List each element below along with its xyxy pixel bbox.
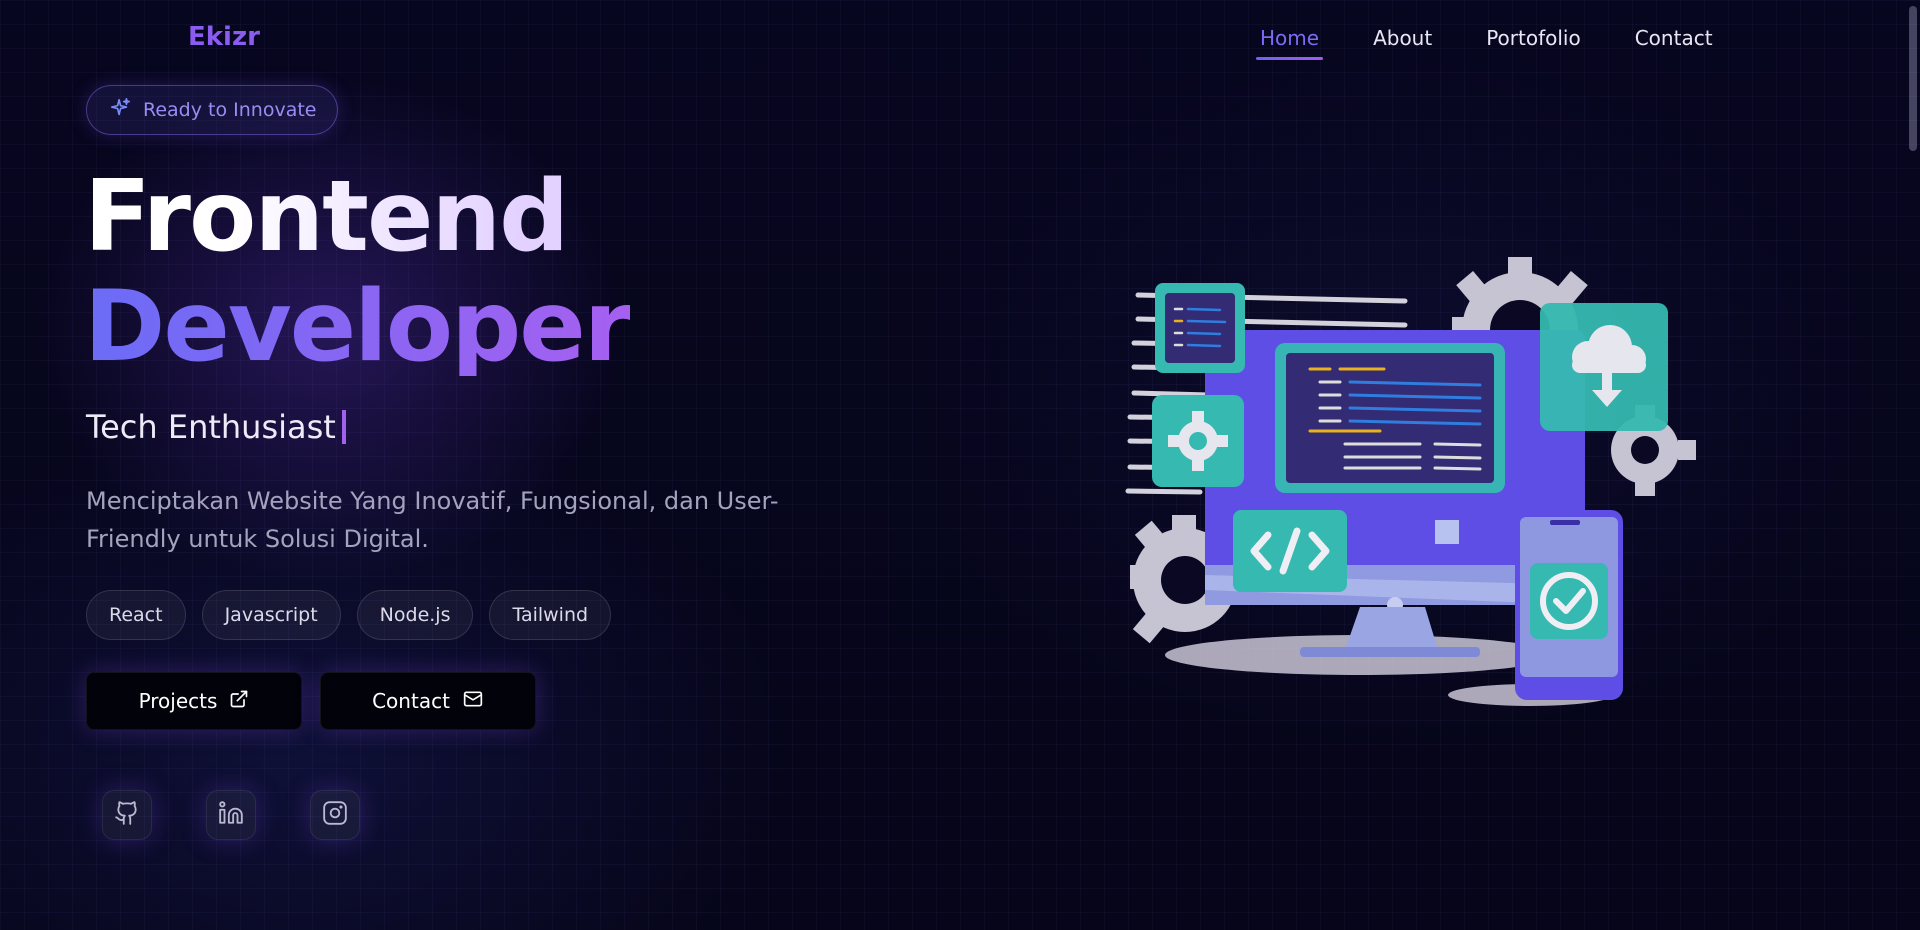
developer-illustration (1125, 257, 1696, 706)
tag-react: React (86, 590, 186, 640)
hero-title-line2: Developer (84, 270, 632, 384)
site-logo[interactable]: Ekizr (188, 22, 260, 52)
hero-page: Ekizr Home About Portofolio Contact Read… (0, 0, 1920, 930)
tag-javascript: Javascript (201, 590, 341, 640)
scrollbar[interactable] (1906, 0, 1920, 930)
github-link[interactable] (102, 790, 152, 840)
projects-button[interactable]: Projects (86, 672, 302, 730)
contact-button-label: Contact (372, 689, 450, 713)
tech-tags: React Javascript Node.js Tailwind (86, 590, 612, 640)
instagram-link[interactable] (310, 790, 360, 840)
main-nav: Home About Portofolio Contact (1255, 26, 1713, 60)
github-icon (114, 800, 140, 830)
linkedin-icon (218, 800, 244, 830)
badge-label: Ready to Innovate (143, 99, 317, 121)
contact-button[interactable]: Contact (320, 672, 536, 730)
typed-text: Tech Enthusiast (86, 408, 336, 446)
tag-nodejs: Node.js (356, 590, 474, 640)
instagram-icon (322, 800, 348, 830)
sparkle-icon (109, 97, 131, 123)
hero-subtitle: Tech Enthusiast (86, 408, 346, 446)
tag-tailwind: Tailwind (489, 590, 612, 640)
nav-contact[interactable]: Contact (1635, 26, 1713, 60)
hero-title-line1: Frontend (84, 160, 569, 274)
hero-description: Menciptakan Website Yang Inovatif, Fungs… (86, 487, 779, 553)
cta-buttons: Projects Contact (86, 672, 536, 730)
nav-about[interactable]: About (1373, 26, 1432, 60)
social-links (102, 790, 360, 840)
nav-portofolio[interactable]: Portofolio (1486, 26, 1581, 60)
linkedin-link[interactable] (206, 790, 256, 840)
mail-icon (462, 689, 484, 714)
external-link-icon (229, 689, 249, 714)
projects-button-label: Projects (138, 689, 218, 713)
typing-caret (341, 410, 346, 444)
scrollbar-thumb[interactable] (1909, 6, 1917, 151)
nav-home[interactable]: Home (1255, 26, 1324, 60)
ready-badge: Ready to Innovate (86, 85, 338, 135)
